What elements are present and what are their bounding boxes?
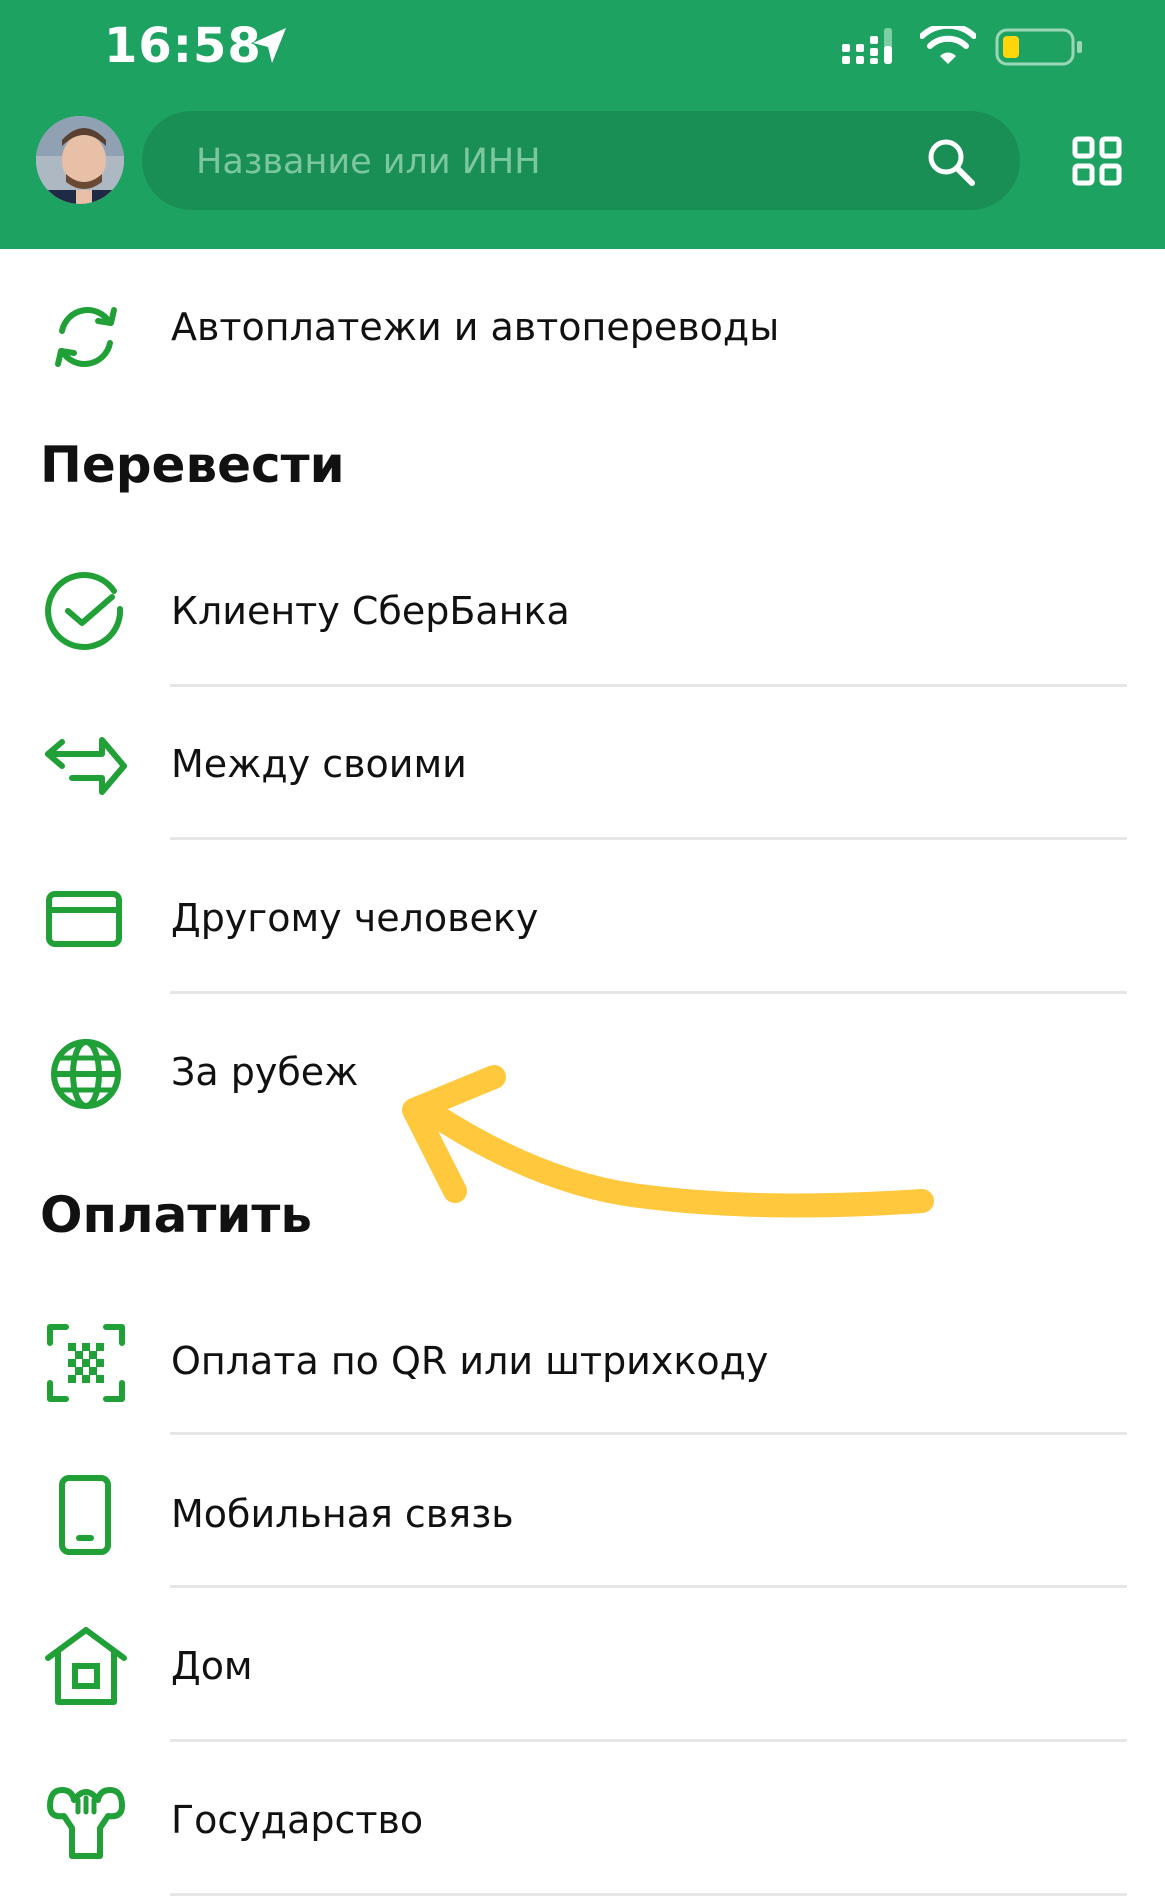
divider xyxy=(170,1739,1127,1742)
avatar-image xyxy=(36,116,124,204)
search-input[interactable] xyxy=(194,111,898,212)
qr-scan-icon xyxy=(47,1324,125,1402)
phone-icon xyxy=(59,1475,111,1555)
transfer-item-label: Между своими xyxy=(171,742,467,786)
pay-item-state[interactable]: Государство xyxy=(0,1746,1165,1896)
search-bar[interactable] xyxy=(142,111,1020,212)
card-icon xyxy=(46,891,122,947)
autopay-row[interactable]: Автоплатежи и автопереводы xyxy=(0,255,1165,405)
transfer-item-other-person[interactable]: Другому человеку xyxy=(0,844,1165,994)
transfer-item-sber-client[interactable]: Клиенту СберБанка xyxy=(0,537,1165,687)
app-header: 16:58 xyxy=(0,0,1165,249)
pay-item-label: Мобильная связь xyxy=(171,1492,514,1536)
divider xyxy=(170,1585,1127,1588)
pay-item-mobile[interactable]: Мобильная связь xyxy=(0,1438,1165,1588)
pay-item-qr[interactable]: Оплата по QR или штрихкоду xyxy=(0,1285,1165,1435)
pay-section-title: Оплатить xyxy=(40,1186,313,1244)
sber-check-icon xyxy=(45,571,124,650)
transfer-item-label: Другому человеку xyxy=(171,896,539,940)
refresh-cycle-icon xyxy=(55,307,117,367)
divider xyxy=(170,991,1127,994)
location-arrow-icon xyxy=(253,28,286,63)
cellular-signal-icon xyxy=(842,28,892,64)
divider xyxy=(170,1893,1127,1896)
pay-item-label: Оплата по QR или штрихкоду xyxy=(171,1339,769,1383)
transfer-item-label: За рубеж xyxy=(171,1050,359,1094)
swap-arrows-icon xyxy=(45,737,127,795)
status-time: 16:58 xyxy=(104,18,262,74)
grid-menu-icon[interactable] xyxy=(1072,136,1122,186)
divider xyxy=(170,1432,1127,1435)
pay-item-label: Дом xyxy=(171,1644,253,1688)
transfer-item-label: Клиенту СберБанка xyxy=(171,589,570,633)
transfer-item-abroad[interactable]: За рубеж xyxy=(0,998,1165,1148)
state-emblem-icon xyxy=(47,1787,125,1859)
pay-item-label: Государство xyxy=(171,1798,424,1842)
avatar[interactable] xyxy=(36,116,124,204)
divider xyxy=(170,684,1127,687)
transfer-section-title: Перевести xyxy=(40,436,345,494)
home-icon xyxy=(45,1627,127,1705)
battery-icon xyxy=(995,28,1082,66)
globe-icon xyxy=(51,1039,121,1109)
transfer-item-between-own[interactable]: Между своими xyxy=(0,690,1165,840)
divider xyxy=(170,837,1127,840)
wifi-icon xyxy=(920,26,976,64)
search-icon[interactable] xyxy=(926,137,976,187)
pay-item-home[interactable]: Дом xyxy=(0,1592,1165,1742)
autopay-label: Автоплатежи и автопереводы xyxy=(171,305,780,349)
